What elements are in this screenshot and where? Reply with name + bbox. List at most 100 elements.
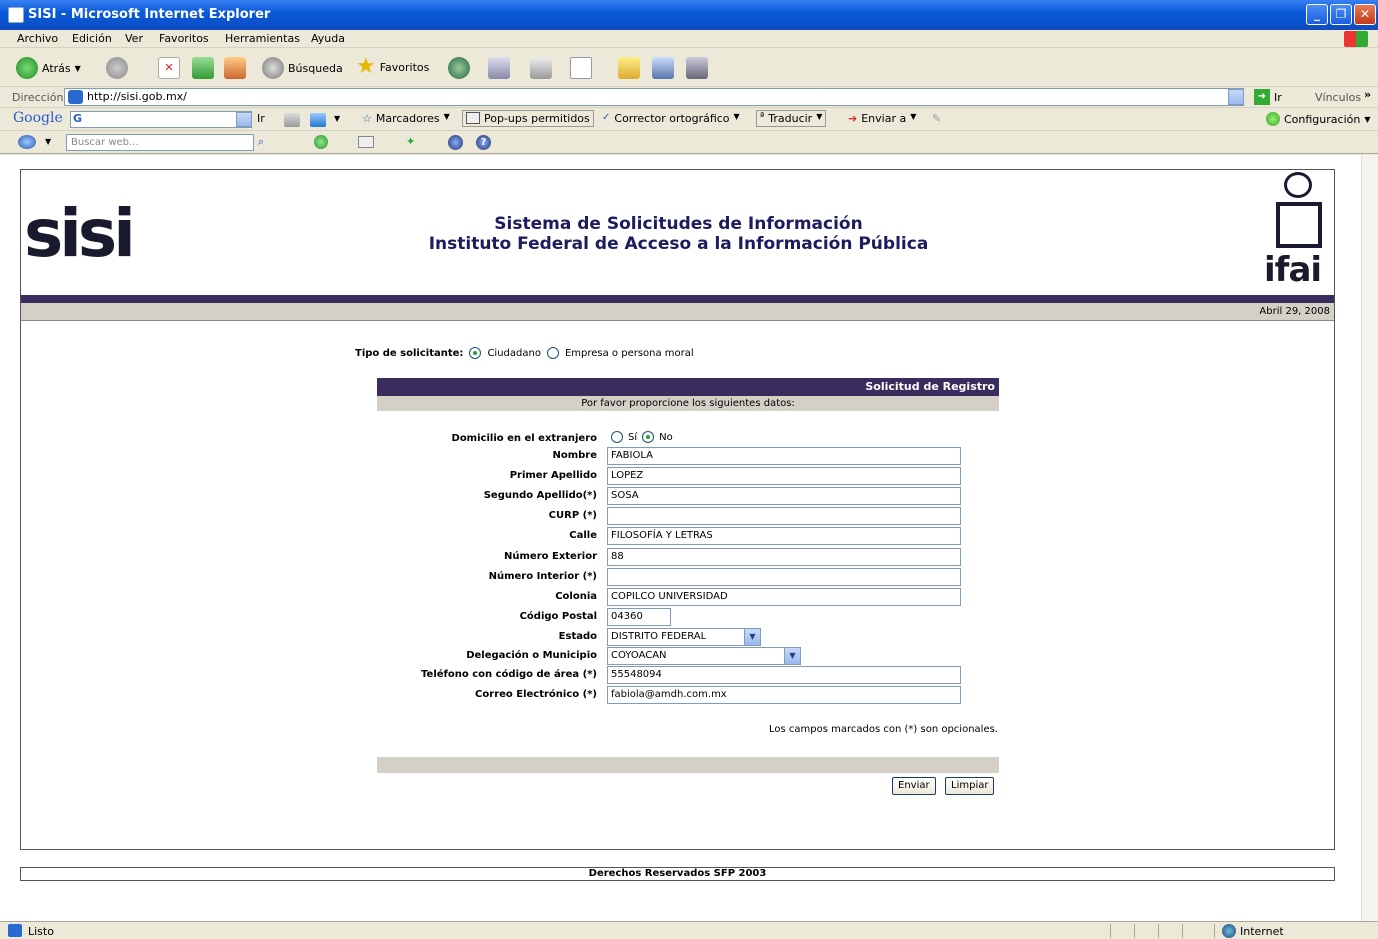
window-icon[interactable]: [358, 136, 374, 148]
calle-input[interactable]: FILOSOFÍA Y LETRAS: [607, 527, 961, 545]
chevron-right-icon[interactable]: »: [1364, 88, 1371, 101]
limpiar-button[interactable]: Limpiar: [945, 777, 995, 795]
translate-button[interactable]: ª Traducir ▼: [756, 110, 827, 127]
address-input[interactable]: http://sisi.gob.mx/: [64, 88, 1244, 106]
globe-icon[interactable]: [448, 135, 463, 150]
edit-button[interactable]: [570, 57, 592, 79]
form-row: Número Exterior 88: [377, 548, 977, 566]
messenger-button[interactable]: [686, 57, 708, 79]
search-button[interactable]: Búsqueda: [262, 57, 343, 79]
folder-button[interactable]: [618, 57, 640, 79]
butterfly-icon[interactable]: ✦: [406, 135, 415, 148]
menu-ver[interactable]: Ver: [125, 32, 143, 45]
browser-window: SISI - Microsoft Internet Explorer _ ❐ ✕…: [0, 0, 1378, 939]
standard-toolbar: Atrás ▼ ✕ Búsqueda ★ Favoritos: [0, 49, 1378, 87]
segundo-apellido-input[interactable]: SOSA: [607, 487, 961, 505]
google-g-icon: G: [73, 112, 83, 125]
chevron-down-icon[interactable]: ▼: [45, 137, 51, 146]
stop-icon: ✕: [158, 57, 180, 79]
field-label: Número Interior (*): [488, 571, 597, 582]
highlighter-icon[interactable]: ✎: [932, 112, 941, 125]
forward-arrow-icon: [106, 57, 128, 79]
back-button[interactable]: Atrás ▼: [16, 57, 81, 79]
curp-input[interactable]: [607, 507, 961, 525]
estado-select[interactable]: DISTRITO FEDERAL ▼: [607, 628, 761, 646]
bookmarks-button[interactable]: ☆ Marcadores ▼: [362, 112, 450, 125]
chevron-down-icon: ▼: [910, 112, 917, 121]
word-edit-icon: [570, 57, 592, 79]
favorites-button[interactable]: ★ Favoritos: [356, 56, 429, 78]
radio-ciudadano[interactable]: [469, 347, 482, 359]
nombre-input[interactable]: FABIOLA: [607, 447, 961, 465]
menu-archivo[interactable]: Archivo: [17, 32, 58, 45]
codigo-postal-input[interactable]: 04360: [607, 608, 671, 626]
field-label: CURP (*): [548, 510, 597, 521]
maximize-button[interactable]: ❐: [1330, 4, 1352, 25]
search-icon[interactable]: ⌕: [258, 135, 274, 151]
field-label: Nombre: [552, 450, 597, 461]
menu-favoritos[interactable]: Favoritos: [159, 32, 209, 45]
field-label: Código Postal: [519, 611, 597, 622]
primer-apellido-input[interactable]: LOPEZ: [607, 467, 961, 485]
correo-input[interactable]: fabiola@amdh.com.mx: [607, 686, 961, 704]
address-dropdown-icon[interactable]: [1228, 89, 1244, 105]
radio-si[interactable]: [611, 431, 623, 443]
home-button[interactable]: [224, 57, 246, 79]
form-row: Colonia COPILCO UNIVERSIDAD: [377, 588, 977, 606]
help-icon[interactable]: ?: [476, 135, 491, 150]
field-label: Calle: [569, 530, 597, 541]
go-arrow-icon: ➜: [1254, 89, 1270, 105]
stop-button[interactable]: ✕: [158, 57, 180, 79]
google-search-input[interactable]: G: [70, 111, 252, 128]
radio-no-label: No: [659, 431, 673, 443]
vertical-scrollbar[interactable]: [1361, 155, 1378, 921]
popups-button[interactable]: Pop-ups permitidos: [462, 110, 594, 127]
telefono-input[interactable]: 55548094: [607, 666, 961, 684]
refresh-button[interactable]: [192, 57, 214, 79]
enviar-button[interactable]: Enviar: [892, 777, 936, 795]
field-label: Número Exterior: [504, 551, 597, 562]
minimize-button[interactable]: _: [1306, 4, 1328, 25]
ifai-logo: ifai: [1264, 170, 1330, 290]
links-label[interactable]: Vínculos: [1315, 91, 1361, 104]
ie-app-icon: [8, 7, 24, 23]
chevron-down-icon: ▼: [733, 112, 740, 121]
google-go-button[interactable]: Ir: [257, 112, 265, 125]
delegacion-select[interactable]: COYOACAN ▼: [607, 647, 801, 665]
close-button[interactable]: ✕: [1354, 4, 1376, 25]
form-row: Código Postal 04360: [377, 608, 977, 626]
spellcheck-button[interactable]: ✓ Corrector ortográfico ▼: [602, 112, 740, 125]
news-icon[interactable]: [310, 113, 326, 127]
mail-button[interactable]: [488, 57, 510, 79]
registration-title-bar: Solicitud de Registro: [377, 378, 999, 396]
send-to-button[interactable]: ➜ Enviar a ▼: [848, 112, 916, 125]
addon-icon[interactable]: [314, 135, 328, 149]
numero-exterior-input[interactable]: 88: [607, 548, 961, 566]
folder-icon: [618, 57, 640, 79]
status-text: Listo: [28, 925, 54, 938]
pagerank-icon: [284, 113, 300, 127]
forward-button[interactable]: [106, 57, 128, 79]
print-button[interactable]: [530, 57, 552, 79]
numero-interior-input[interactable]: [607, 568, 961, 586]
messenger-icon: [686, 57, 708, 79]
chevron-down-icon: ▼: [744, 629, 760, 645]
form-row: Estado DISTRITO FEDERAL ▼: [377, 628, 977, 646]
menu-herramientas[interactable]: Herramientas: [225, 32, 300, 45]
field-label: Primer Apellido: [509, 470, 597, 481]
radio-empresa[interactable]: [546, 347, 559, 359]
chevron-down-icon[interactable]: ▼: [334, 114, 340, 123]
menu-edicion[interactable]: Edición: [72, 32, 112, 45]
colonia-input[interactable]: COPILCO UNIVERSIDAD: [607, 588, 961, 606]
web-search-input[interactable]: Buscar web...: [66, 134, 254, 151]
research-button[interactable]: [652, 57, 674, 79]
search-icon: [262, 57, 284, 79]
google-search-dropdown-icon[interactable]: [236, 112, 252, 127]
menu-ayuda[interactable]: Ayuda: [311, 32, 345, 45]
go-button[interactable]: ➜ Ir: [1254, 89, 1282, 105]
settings-button[interactable]: Configuración ▼: [1266, 112, 1371, 126]
status-separator: [1134, 924, 1135, 938]
radio-no[interactable]: [642, 431, 655, 443]
page-subtitle: Instituto Federal de Acceso a la Informa…: [428, 234, 929, 254]
history-button[interactable]: [448, 57, 470, 79]
